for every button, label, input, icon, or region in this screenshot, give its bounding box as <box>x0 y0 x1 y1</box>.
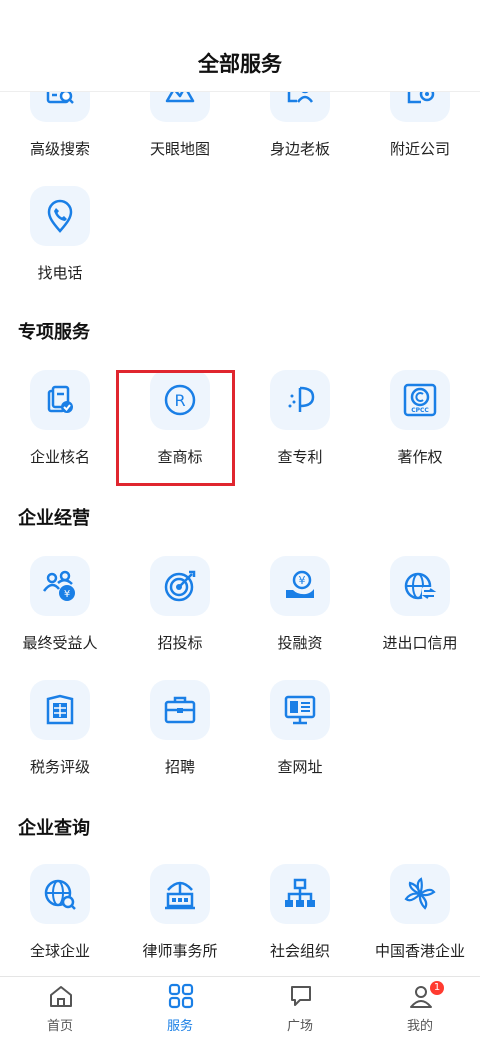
eye-map-item[interactable]: 天眼地图 <box>120 92 240 162</box>
recruit-label: 招聘 <box>164 758 195 776</box>
notification-badge: 1 <box>430 981 444 995</box>
bauhinia-icon <box>390 864 450 924</box>
map-icon <box>150 92 210 122</box>
person-location-icon <box>270 92 330 122</box>
investment-label: 投融资 <box>277 634 323 652</box>
nearby-company-icon <box>390 92 450 122</box>
tax-rating-label: 税务评级 <box>29 758 90 776</box>
copyright-item[interactable]: CPCC 著作权 <box>360 370 480 470</box>
tab-square-label: 广场 <box>286 1019 313 1034</box>
services-content[interactable]: 高级搜索 天眼地图 身边老板 附近公司 找电话 专项服务 企业核名 R 查商标 … <box>0 92 480 976</box>
bidding-item[interactable]: 招投标 <box>120 556 240 656</box>
beneficiary-item[interactable]: ¥ 最终受益人 <box>0 556 120 656</box>
cpcc-text: CPCC <box>411 407 429 414</box>
tab-home[interactable]: 首页 <box>0 977 120 1040</box>
special-services-title: 专项服务 <box>18 322 90 343</box>
trademark-highlight-box <box>116 370 235 486</box>
find-phone-label: 找电话 <box>37 264 83 282</box>
law-building-icon <box>150 864 210 924</box>
globe-exchange-icon <box>390 556 450 616</box>
patent-item[interactable]: 查专利 <box>240 370 360 470</box>
target-icon <box>150 556 210 616</box>
business-operation-title: 企业经营 <box>18 508 90 529</box>
advanced-search-item[interactable]: 高级搜索 <box>0 92 120 162</box>
beneficiary-yen-text: ¥ <box>64 589 70 600</box>
website-item[interactable]: 查网址 <box>240 680 360 780</box>
nearby-company-label: 附近公司 <box>389 140 450 158</box>
tab-services[interactable]: 服务 <box>120 977 240 1040</box>
website-label: 查网址 <box>277 758 323 776</box>
tax-rating-item[interactable]: 税务评级 <box>0 680 120 780</box>
nearby-company-item[interactable]: 附近公司 <box>360 92 480 162</box>
tax-badge-icon <box>30 680 90 740</box>
import-export-label: 进出口信用 <box>382 634 458 652</box>
law-firm-item[interactable]: 律师事务所 <box>120 864 240 964</box>
tab-home-label: 首页 <box>46 1019 73 1034</box>
enterprise-query-title: 企业查询 <box>18 818 90 839</box>
advanced-search-icon <box>30 92 90 122</box>
eye-map-label: 天眼地图 <box>149 140 210 158</box>
advanced-search-label: 高级搜索 <box>29 140 90 158</box>
global-enterprise-label: 全球企业 <box>29 942 90 960</box>
bottom-tab-bar: 首页 服务 广场 1 我的 <box>0 976 480 1040</box>
briefcase-icon <box>150 680 210 740</box>
monitor-icon <box>270 680 330 740</box>
operation-row-2: 税务评级 招聘 查网址 <box>0 680 480 780</box>
top-row-1: 高级搜索 天眼地图 身边老板 附近公司 <box>0 92 480 162</box>
grid-icon <box>168 983 194 1009</box>
global-enterprise-item[interactable]: 全球企业 <box>0 864 120 964</box>
hk-enterprise-item[interactable]: 中国香港企业 <box>360 864 480 964</box>
copyright-label: 著作权 <box>397 448 443 466</box>
recruit-item[interactable]: 招聘 <box>120 680 240 780</box>
investment-yen-text: ¥ <box>299 574 306 587</box>
nearby-boss-label: 身边老板 <box>269 140 330 158</box>
document-check-icon <box>30 370 90 430</box>
page-title: 全部服务 <box>198 52 282 76</box>
name-check-label: 企业核名 <box>29 448 90 466</box>
nearby-boss-item[interactable]: 身边老板 <box>240 92 360 162</box>
org-chart-icon <box>270 864 330 924</box>
copyright-icon: CPCC <box>390 370 450 430</box>
tab-mine[interactable]: 1 我的 <box>360 977 480 1040</box>
query-row: 全球企业 律师事务所 社会组织 中国香港企业 <box>0 864 480 964</box>
law-firm-label: 律师事务所 <box>142 942 218 960</box>
people-money-icon: ¥ <box>30 556 90 616</box>
bidding-label: 招投标 <box>157 634 203 652</box>
tab-services-label: 服务 <box>166 1019 193 1034</box>
globe-search-icon <box>30 864 90 924</box>
name-check-item[interactable]: 企业核名 <box>0 370 120 470</box>
beneficiary-label: 最终受益人 <box>22 634 98 652</box>
operation-row-1: ¥ 最终受益人 招投标 ¥ 投融资 进出口信用 <box>0 556 480 656</box>
social-org-item[interactable]: 社会组织 <box>240 864 360 964</box>
chat-icon <box>291 986 311 1006</box>
home-icon <box>50 986 72 1007</box>
phone-icon <box>30 186 90 246</box>
special-row: 企业核名 R 查商标 查专利 CPCC 著作权 <box>0 370 480 470</box>
find-phone-item[interactable]: 找电话 <box>0 186 120 286</box>
hk-enterprise-label: 中国香港企业 <box>374 942 465 960</box>
investment-item[interactable]: ¥ 投融资 <box>240 556 360 656</box>
social-org-label: 社会组织 <box>269 942 330 960</box>
hand-money-icon: ¥ <box>270 556 330 616</box>
page-header: 全部服务 <box>0 0 480 92</box>
top-row-2: 找电话 <box>0 186 480 286</box>
import-export-item[interactable]: 进出口信用 <box>360 556 480 656</box>
patent-label: 查专利 <box>277 448 323 466</box>
patent-icon <box>270 370 330 430</box>
tab-square[interactable]: 广场 <box>240 977 360 1040</box>
tab-mine-label: 我的 <box>406 1019 433 1034</box>
